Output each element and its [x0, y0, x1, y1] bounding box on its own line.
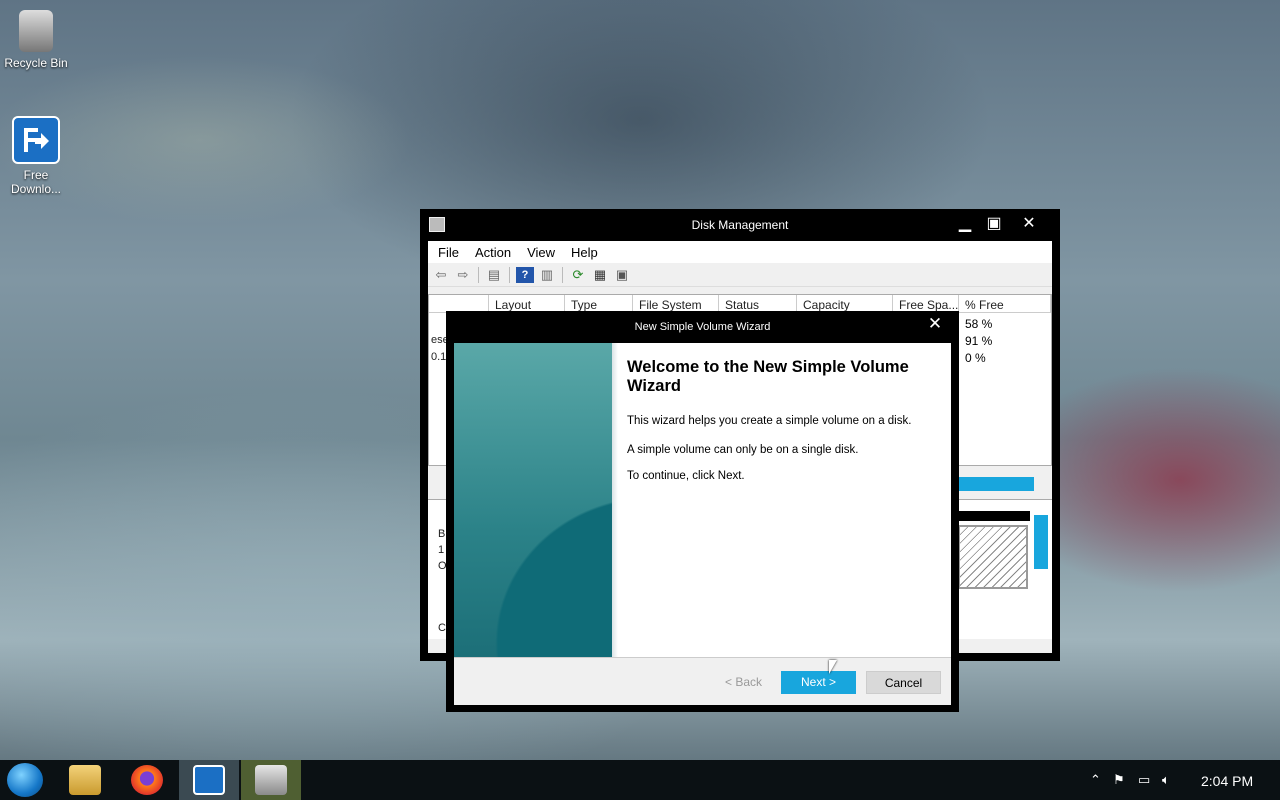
toolbar-separator: [562, 266, 563, 283]
console-tree-icon[interactable]: ▤: [485, 267, 503, 283]
back-button[interactable]: < Back: [706, 671, 781, 694]
selected-row-highlight: [958, 477, 1034, 491]
help-icon[interactable]: ?: [516, 266, 534, 283]
window-titlebar[interactable]: Disk Management ▁ ▣ ✕: [420, 209, 1060, 241]
new-simple-volume-wizard: New Simple Volume Wizard ✕ Welcome to th…: [446, 311, 959, 712]
disk-label-partial: C: [438, 622, 446, 634]
free-download-manager-icon: [12, 116, 60, 164]
column-header-volume[interactable]: [429, 295, 489, 312]
desktop-icon-label: Recycle Bin: [4, 56, 68, 70]
recycle-bin-icon: [19, 10, 53, 52]
column-header-capacity[interactable]: Capacity: [797, 295, 893, 312]
taskbar: ⌃ ⚑ ▭ 🔈︎ 2:04 PM: [0, 760, 1280, 800]
wizard-text-line: To continue, click Next.: [627, 470, 745, 482]
taskbar-clock[interactable]: 2:04 PM: [1201, 773, 1253, 789]
wizard-text-line: This wizard helps you create a simple vo…: [627, 415, 912, 427]
wizard-footer: < Back Next > Cancel: [454, 657, 951, 705]
cancel-button[interactable]: Cancel: [866, 671, 941, 694]
disk-management-icon: [255, 765, 287, 795]
volume-cell-partial: 0.1: [431, 351, 447, 363]
toolbar: ⇦ ⇨ ▤ ? ▥ ⟳ ▦ ▣: [428, 263, 1052, 287]
menu-bar: File Action View Help: [428, 241, 1052, 263]
partition-bar: [958, 511, 1030, 521]
percent-free-cell: 58 %: [965, 317, 993, 331]
wizard-side-banner: [454, 343, 618, 657]
column-header-status[interactable]: Status: [719, 295, 797, 312]
menu-action[interactable]: Action: [467, 241, 519, 263]
maximize-button[interactable]: ▣: [982, 213, 1006, 235]
free-download-manager-icon: [193, 765, 225, 795]
wizard-title: New Simple Volume Wizard: [634, 321, 771, 333]
flag-icon[interactable]: ⚑: [1113, 772, 1125, 788]
taskbar-file-manager[interactable]: [55, 760, 115, 800]
refresh-icon[interactable]: ⟳: [569, 267, 587, 283]
action-pane-icon[interactable]: ▥: [538, 267, 556, 283]
network-icon[interactable]: ▭: [1138, 772, 1150, 788]
close-button[interactable]: ✕: [1017, 213, 1041, 235]
minimize-button[interactable]: ▁: [953, 213, 977, 235]
desktop-icon-free-download-manager[interactable]: Free Downlo...: [0, 116, 72, 196]
percent-free-cell: 91 %: [965, 334, 993, 348]
column-header-file-system[interactable]: File System: [633, 295, 719, 312]
wizard-text-line: A simple volume can only be on a single …: [627, 444, 859, 456]
taskbar-free-download-manager[interactable]: [179, 760, 239, 800]
next-button[interactable]: Next >: [781, 671, 856, 694]
column-header-layout[interactable]: Layout: [489, 295, 565, 312]
wizard-body: Welcome to the New Simple Volume Wizard …: [454, 343, 951, 705]
firefox-icon: [131, 765, 163, 795]
menu-view[interactable]: View: [519, 241, 563, 263]
unallocated-partition[interactable]: [958, 525, 1028, 589]
scrollbar-thumb[interactable]: [1034, 515, 1048, 569]
forward-arrow-icon[interactable]: ⇨: [454, 267, 472, 283]
folder-icon: [69, 765, 101, 795]
menu-help[interactable]: Help: [563, 241, 606, 263]
properties-icon[interactable]: ▦: [591, 267, 609, 283]
back-arrow-icon[interactable]: ⇦: [432, 267, 450, 283]
column-header-percent-free[interactable]: % Free: [959, 295, 1051, 312]
menu-file[interactable]: File: [430, 241, 467, 263]
volume-icon[interactable]: 🔈︎: [1162, 772, 1170, 788]
column-header-free-space[interactable]: Free Spa...: [893, 295, 959, 312]
toolbar-separator: [478, 266, 479, 283]
toolbar-separator: [509, 266, 510, 283]
disk-label-partial: B: [438, 528, 446, 540]
desktop-icon-label: Free Downlo...: [10, 168, 62, 196]
taskbar-disk-management[interactable]: [241, 760, 301, 800]
rescan-icon[interactable]: ▣: [613, 267, 631, 283]
chevron-up-icon[interactable]: ⌃: [1090, 772, 1101, 788]
percent-free-cell: 0 %: [965, 351, 986, 365]
start-button[interactable]: [7, 763, 43, 797]
desktop-icon-recycle-bin[interactable]: Recycle Bin: [0, 10, 72, 70]
wizard-heading: Welcome to the New Simple Volume Wizard: [627, 358, 909, 395]
wizard-close-button[interactable]: ✕: [925, 313, 945, 335]
mouse-cursor-icon: [829, 660, 837, 674]
taskbar-firefox[interactable]: [117, 760, 177, 800]
column-header-type[interactable]: Type: [565, 295, 633, 312]
disk-label-partial: 1: [438, 544, 445, 556]
